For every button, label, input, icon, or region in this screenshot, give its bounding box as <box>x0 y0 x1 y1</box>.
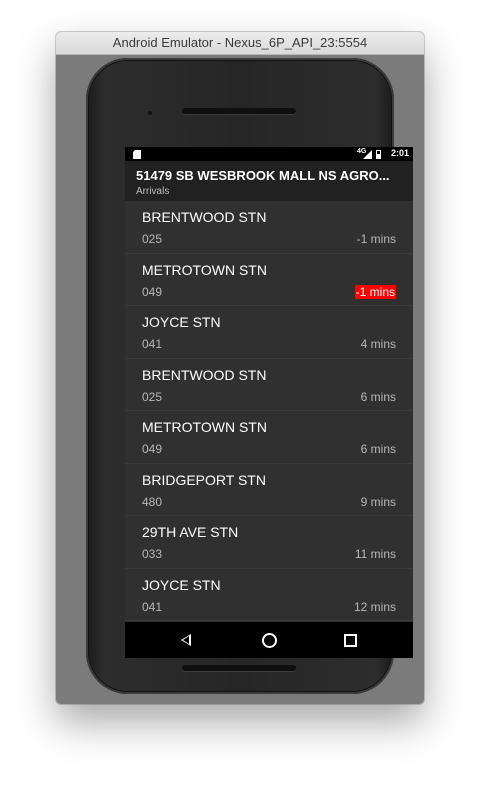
window-title: Android Emulator - Nexus_6P_API_23:5554 <box>56 32 424 55</box>
list-item[interactable]: 29TH AVE STN 033 11 mins <box>125 516 413 569</box>
eta-label: 9 mins <box>360 494 396 509</box>
front-camera <box>148 111 152 115</box>
destination-label: METROTOWN STN <box>142 419 267 435</box>
sd-card-icon <box>133 150 141 159</box>
eta-label: 12 mins <box>353 599 396 614</box>
phone-frame: 4G 2:01 51479 SB WESBROOK MALL NS AGRO..… <box>86 58 413 694</box>
eta-label: -1 mins <box>356 232 396 246</box>
list-item[interactable]: JOYCE STN 041 12 mins <box>125 569 413 621</box>
route-number: 041 <box>142 337 163 351</box>
page-title: 51479 SB WESBROOK MALL NS AGRO... <box>136 168 390 183</box>
route-number: 025 <box>142 232 163 246</box>
eta-label: 11 mins <box>354 547 396 561</box>
app-bar: 51479 SB WESBROOK MALL NS AGRO... Arriva… <box>125 161 413 201</box>
emulator-window: Android Emulator - Nexus_6P_API_23:5554 … <box>56 32 424 704</box>
device-screen: 4G 2:01 51479 SB WESBROOK MALL NS AGRO..… <box>125 147 413 658</box>
status-time: 2:01 <box>390 148 409 158</box>
destination-label: BRENTWOOD STN <box>142 366 267 383</box>
destination-label: JOYCE STN <box>142 314 221 330</box>
bottom-speaker <box>182 665 296 671</box>
destination-label: BRIDGEPORT STN <box>142 471 266 488</box>
list-item[interactable]: BRIDGEPORT STN 480 9 mins <box>125 464 413 516</box>
list-item[interactable]: JOYCE STN 041 4 mins <box>125 306 413 359</box>
list-item[interactable]: BRENTWOOD STN 025 -1 mins <box>125 201 413 254</box>
arrivals-list: BRENTWOOD STN 025 -1 mins METROTOWN STN … <box>125 201 413 621</box>
back-icon[interactable] <box>181 634 191 646</box>
route-number: 049 <box>142 284 163 299</box>
home-icon[interactable] <box>262 633 277 648</box>
navigation-bar <box>125 622 413 658</box>
eta-label: 4 mins <box>360 337 396 351</box>
destination-label: JOYCE STN <box>142 576 221 593</box>
recents-icon[interactable] <box>344 634 357 647</box>
route-number: 033 <box>142 547 163 561</box>
destination-label: METROTOWN STN <box>142 261 267 278</box>
route-number: 480 <box>142 494 163 509</box>
list-item[interactable]: METROTOWN STN 049 6 mins <box>125 411 413 464</box>
top-speaker <box>182 108 296 114</box>
route-number: 049 <box>142 442 163 456</box>
battery-icon <box>376 150 381 159</box>
network-type: 4G <box>357 148 367 155</box>
status-bar: 4G 2:01 <box>125 147 413 161</box>
eta-label: 6 mins <box>360 442 396 456</box>
route-number: 025 <box>142 389 163 404</box>
eta-label: 6 mins <box>360 389 396 404</box>
list-item[interactable]: METROTOWN STN 049 -1 mins <box>125 254 413 306</box>
destination-label: BRENTWOOD STN <box>142 209 267 225</box>
page-subtitle: Arrivals <box>136 186 170 197</box>
eta-label-highlighted: -1 mins <box>354 284 396 299</box>
list-item[interactable]: BRENTWOOD STN 025 6 mins <box>125 359 413 411</box>
route-number: 041 <box>142 599 163 614</box>
destination-label: 29TH AVE STN <box>142 524 239 540</box>
